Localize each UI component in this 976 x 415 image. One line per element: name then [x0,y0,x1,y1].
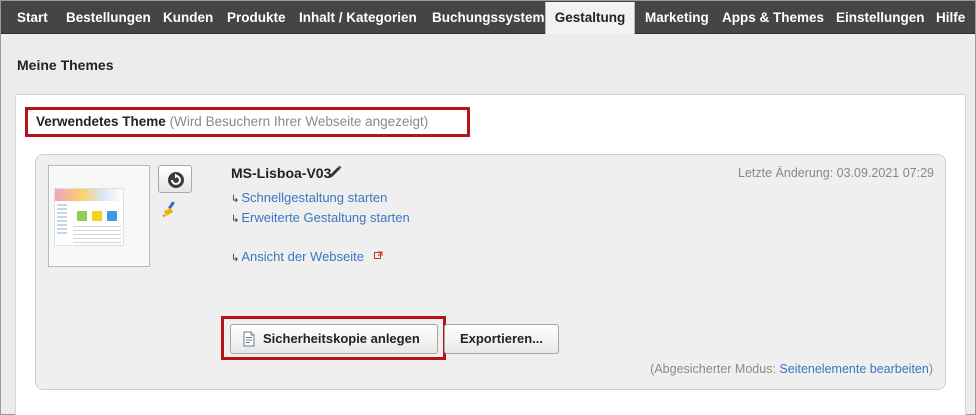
arrow-right-icon: ↳ [231,253,240,264]
active-theme-card: MS-Lisboa-V03 Letzte Änderung: 03.09.202… [35,154,946,390]
advanced-design-label: Erweiterte Gestaltung starten [241,210,410,225]
top-navigation: Start Bestellungen Kunden Produkte Inhal… [1,1,975,34]
refresh-button[interactable] [158,165,192,193]
nav-tab-hilfe[interactable]: Hilfe [936,1,965,34]
document-icon [243,331,255,347]
nav-tab-einstellungen[interactable]: Einstellungen [836,1,925,34]
advanced-design-link[interactable]: ↳ Erweiterte Gestaltung starten [231,210,410,225]
quick-design-link[interactable]: ↳ Schnellgestaltung starten [231,190,387,205]
section-title: Verwendetes Theme [36,114,166,129]
nav-tab-start[interactable]: Start [17,1,48,34]
nav-tab-gestaltung[interactable]: Gestaltung [545,2,635,34]
themes-panel: Verwendetes Theme (Wird Besuchern Ihrer … [15,94,966,415]
theme-thumbnail[interactable] [48,165,150,267]
section-subtitle: (Wird Besuchern Ihrer Webseite angezeigt… [169,114,429,129]
create-backup-label: Sicherheitskopie anlegen [263,331,420,346]
view-site-link[interactable]: ↳ Ansicht der Webseite [231,249,383,264]
nav-tab-inhalt-kategorien[interactable]: Inhalt / Kategorien [299,1,417,34]
safe-mode-suffix: ) [928,362,933,376]
window: Start Bestellungen Kunden Produkte Inhal… [0,0,976,415]
theme-preview-image [54,188,124,246]
brush-icon[interactable] [161,200,179,218]
theme-name: MS-Lisboa-V03 [231,165,332,181]
external-link-icon [373,251,383,259]
page-title: Meine Themes [17,57,114,73]
pencil-icon[interactable] [327,164,343,180]
nav-tab-marketing[interactable]: Marketing [645,1,709,34]
nav-tab-produkte[interactable]: Produkte [227,1,286,34]
quick-design-label: Schnellgestaltung starten [241,190,388,205]
edit-page-elements-link[interactable]: Seitenelemente bearbeiten [779,362,928,376]
safe-mode-prefix: (Abgesicherter Modus: [650,362,780,376]
nav-tab-buchungssystem[interactable]: Buchungssystem [432,1,545,34]
nav-tab-apps-themes[interactable]: Apps & Themes [722,1,824,34]
nav-tab-kunden[interactable]: Kunden [163,1,213,34]
refresh-icon [168,172,184,188]
safe-mode-note: (Abgesicherter Modus: Seitenelemente bea… [650,362,933,376]
nav-tab-bestellungen[interactable]: Bestellungen [66,1,151,34]
export-button[interactable]: Exportieren... [444,324,559,354]
section-header: Verwendetes Theme (Wird Besuchern Ihrer … [25,107,470,137]
last-change-timestamp: Letzte Änderung: 03.09.2021 07:29 [738,166,934,180]
view-site-label: Ansicht der Webseite [241,249,364,264]
arrow-right-icon: ↳ [231,214,240,225]
arrow-right-icon: ↳ [231,194,240,205]
create-backup-button[interactable]: Sicherheitskopie anlegen [230,324,438,354]
